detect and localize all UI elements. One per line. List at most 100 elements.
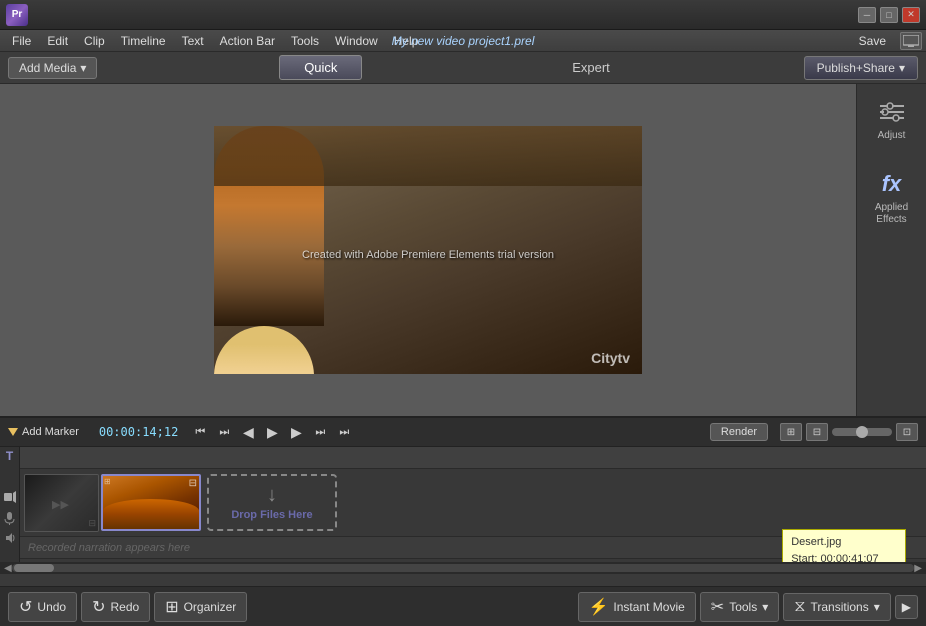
transitions-arrow: ▾ — [874, 600, 880, 614]
quick-button[interactable]: Quick — [279, 55, 362, 80]
tracks-content: ▶▶ ⊟ ⊞ — [20, 447, 926, 562]
go-to-start-button[interactable]: ⏮ — [190, 422, 210, 442]
render-button[interactable]: Render — [710, 423, 768, 441]
text-track — [20, 447, 926, 469]
right-panel: Adjust fx Applied Effects — [856, 84, 926, 416]
tools-arrow: ▾ — [762, 600, 768, 614]
preview-row: Created with Adobe Premiere Elements tri… — [0, 84, 926, 416]
fx-icon: fx — [874, 170, 910, 198]
close-button[interactable]: ✕ — [902, 7, 920, 23]
add-media-label: Add Media — [19, 61, 76, 75]
bottom-bar: ↺ Undo ↻ Redo ⊞ Organizer ⚡ Instant Movi… — [0, 586, 926, 626]
horizontal-scrollbar[interactable]: ◀ ▶ — [0, 562, 926, 574]
step-forward-button[interactable]: ▶ — [286, 422, 306, 442]
video-preview: Created with Adobe Premiere Elements tri… — [214, 126, 642, 374]
menu-action-bar[interactable]: Action Bar — [212, 32, 283, 50]
video-track-icon[interactable] — [4, 491, 16, 506]
drop-zone[interactable]: ↓ Drop Files Here — [207, 474, 337, 531]
undo-icon: ↺ — [19, 597, 32, 617]
project-title: My new video project1.prel — [392, 34, 535, 48]
add-media-button[interactable]: Add Media ▾ — [8, 57, 97, 79]
redo-button[interactable]: ↻ Redo — [81, 592, 150, 622]
preview-section: Created with Adobe Premiere Elements tri… — [0, 84, 856, 416]
transitions-button[interactable]: ⧖ Transitions ▾ — [783, 593, 891, 621]
menu-timeline[interactable]: Timeline — [113, 32, 174, 50]
app-wrapper: Pr ─ □ ✕ File Edit Clip Timeline Text Ac… — [0, 0, 926, 626]
video-background: Created with Adobe Premiere Elements tri… — [214, 126, 642, 374]
marker-icon — [8, 428, 18, 436]
menu-bar: File Edit Clip Timeline Text Action Bar … — [0, 30, 926, 52]
undo-button[interactable]: ↺ Undo — [8, 592, 77, 622]
menu-tools[interactable]: Tools — [283, 32, 327, 50]
tools-icon: ✂ — [711, 597, 724, 617]
prev-edit-button[interactable]: ⏭ — [214, 422, 234, 442]
instant-movie-label: Instant Movie — [613, 600, 684, 614]
add-marker-label: Add Marker — [22, 426, 79, 438]
scroll-right-arrow[interactable]: ▶ — [914, 563, 922, 574]
clip-video-content: ⊞ — [103, 476, 199, 529]
menu-text[interactable]: Text — [174, 32, 212, 50]
timecode-display: 00:00:14;12 — [99, 425, 178, 439]
instant-movie-button[interactable]: ⚡ Instant Movie — [578, 592, 696, 622]
clip-menu-icon: ⊟ — [189, 478, 197, 489]
title-bar: Pr ─ □ ✕ — [0, 0, 926, 30]
next-edit-button[interactable]: ⏭ — [310, 422, 330, 442]
maximize-button[interactable]: □ — [880, 7, 898, 23]
monitor-icon-button[interactable] — [900, 32, 922, 50]
toolbar: Add Media ▾ Quick Expert Publish+Share ▾ — [0, 52, 926, 84]
play-button[interactable]: ▶ — [262, 422, 282, 442]
organizer-icon: ⊞ — [165, 597, 178, 617]
scroll-left-arrow[interactable]: ◀ — [4, 563, 12, 574]
zoom-out-button[interactable]: ⊟ — [806, 423, 828, 441]
video-clip[interactable]: ⊞ ⊟ — [101, 474, 201, 531]
clip-black[interactable]: ▶▶ ⊟ — [24, 474, 99, 532]
undo-label: Undo — [37, 600, 66, 614]
scroll-track[interactable] — [12, 564, 915, 572]
narration-track: Recorded narration appears here — [20, 537, 926, 559]
add-media-arrow: ▾ — [80, 61, 86, 75]
redo-icon: ↻ — [92, 597, 105, 617]
text-track-icon[interactable]: T — [6, 449, 13, 463]
scroll-thumb[interactable] — [14, 564, 54, 572]
timeline-section: Add Marker 00:00:14;12 ⏮ ⏭ ◀ ▶ ▶ ⏭ ⏭ Ren… — [0, 416, 926, 586]
timeline-controls: Add Marker 00:00:14;12 ⏮ ⏭ ◀ ▶ ▶ ⏭ ⏭ Ren… — [0, 417, 926, 447]
menu-window[interactable]: Window — [327, 32, 386, 50]
add-marker-button[interactable]: Add Marker — [8, 426, 79, 438]
save-button[interactable]: Save — [849, 33, 896, 49]
timeline-settings-button[interactable]: ⊡ — [896, 423, 918, 441]
menu-file[interactable]: File — [4, 32, 39, 50]
narration-track-icon[interactable] — [4, 512, 15, 528]
publish-share-button[interactable]: Publish+Share ▾ — [804, 56, 918, 80]
publish-share-label: Publish+Share — [817, 61, 895, 75]
transitions-label: Transitions — [810, 600, 868, 614]
more-button[interactable]: ▶ — [895, 595, 918, 619]
transitions-icon: ⧖ — [794, 598, 805, 616]
video-track: ▶▶ ⊟ ⊞ — [20, 469, 926, 537]
publish-share-arrow: ▾ — [899, 61, 905, 75]
adjust-button[interactable]: Adjust — [863, 92, 921, 148]
person2-silhouette — [214, 326, 314, 374]
zoom-in-button[interactable]: ⊞ — [780, 423, 802, 441]
instant-movie-icon: ⚡ — [589, 597, 609, 617]
applied-effects-button[interactable]: fx Applied Effects — [863, 164, 921, 232]
zoom-slider-thumb — [856, 426, 868, 438]
track-icons-column: T — [0, 447, 20, 562]
expert-button[interactable]: Expert — [560, 56, 622, 79]
menu-clip[interactable]: Clip — [76, 32, 113, 50]
app-icon-label: Pr — [12, 9, 23, 20]
redo-label: Redo — [111, 600, 140, 614]
zoom-slider[interactable] — [832, 428, 892, 436]
citytv-logo: Citytv — [591, 350, 630, 366]
applied-effects-label: Applied Effects — [875, 202, 908, 226]
preview-and-panel: Created with Adobe Premiere Elements tri… — [0, 84, 926, 586]
clip-black-content: ▶▶ — [25, 475, 98, 531]
audio-track-icon[interactable] — [4, 532, 16, 547]
minimize-button[interactable]: ─ — [858, 7, 876, 23]
go-to-end-button[interactable]: ⏭ — [334, 422, 354, 442]
organizer-button[interactable]: ⊞ Organizer — [154, 592, 247, 622]
menu-edit[interactable]: Edit — [39, 32, 76, 50]
tools-button[interactable]: ✂ Tools ▾ — [700, 592, 779, 622]
step-back-button[interactable]: ◀ — [238, 422, 258, 442]
title-bar-controls: ─ □ ✕ — [858, 7, 920, 23]
drop-arrow-icon: ↓ — [267, 484, 277, 507]
